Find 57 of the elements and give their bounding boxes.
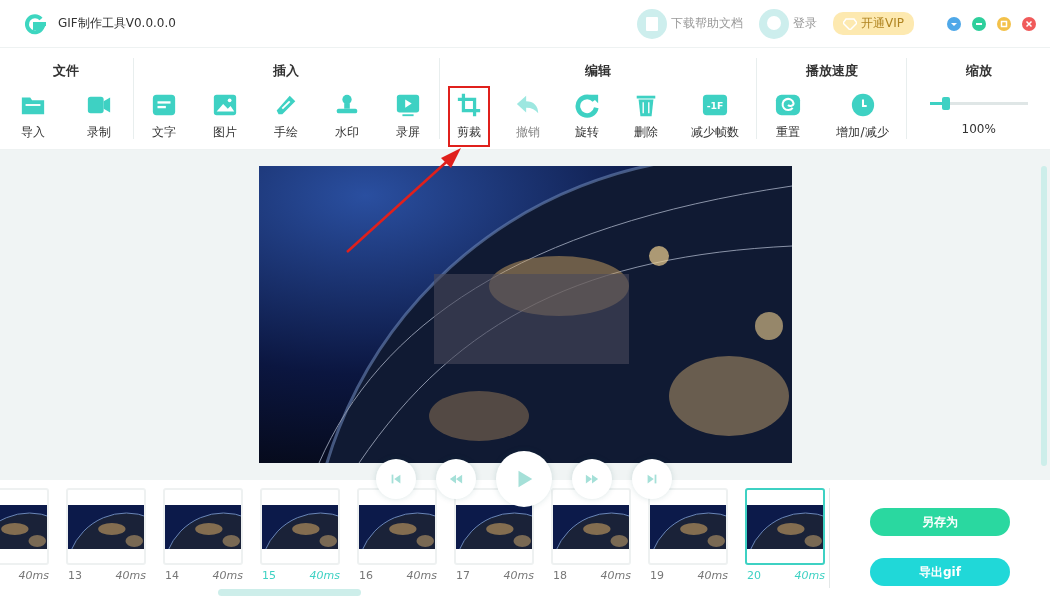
tool-button[interactable]: 旋转 [565, 86, 608, 147]
tool-button[interactable]: 增加/减少 [828, 86, 897, 147]
group-title: 编辑 [584, 62, 611, 80]
rewind-icon [449, 472, 463, 486]
frame-duration: 40ms [503, 569, 534, 582]
tool-button[interactable]: 删除 [624, 86, 667, 147]
frame-duration: 40ms [697, 569, 728, 582]
window-title: GIF制作工具V0.0.0.0 [58, 15, 176, 32]
frame-number: 20 [747, 569, 761, 582]
frame-duration: 40ms [309, 569, 340, 582]
text-icon [151, 92, 178, 118]
tool-button[interactable]: 重置 [766, 86, 809, 147]
frame-number: 14 [165, 569, 179, 582]
group-title: 播放速度 [805, 62, 858, 80]
frame-duration: 40ms [600, 569, 631, 582]
fast-forward-icon [585, 472, 599, 486]
play-screen-icon [395, 92, 422, 118]
frame-duration: 40ms [212, 569, 243, 582]
diamond-icon [843, 17, 857, 30]
clock-icon [849, 92, 876, 118]
dropdown-icon[interactable] [947, 16, 961, 31]
group-title: 文件 [53, 62, 80, 80]
group-title: 插入 [273, 62, 300, 80]
scrollbar[interactable] [218, 589, 361, 596]
spiral-icon [774, 92, 801, 118]
tool-button[interactable]: 导入 [12, 86, 55, 147]
scrollbar[interactable] [1041, 166, 1047, 466]
frame-number: 17 [456, 569, 470, 582]
frame-number: 18 [553, 569, 567, 582]
frame-duration: 40ms [18, 569, 49, 582]
tool-button[interactable]: 手绘 [265, 86, 308, 147]
group-title: 缩放 [965, 62, 992, 80]
frame-duration: 40ms [115, 569, 146, 582]
frame-number: 19 [650, 569, 664, 582]
frame-icon: -1F [702, 92, 729, 118]
image-icon [212, 92, 239, 118]
frame-number: 13 [68, 569, 82, 582]
frame-number: 16 [359, 569, 373, 582]
crop-icon [456, 92, 483, 118]
frame-duration: 40ms [794, 569, 825, 582]
tool-button[interactable]: -1F 减少帧数 [683, 86, 748, 147]
frame-duration: 40ms [406, 569, 437, 582]
tool-button[interactable]: 水印 [326, 86, 369, 147]
frame-card[interactable] [745, 488, 825, 565]
tool-button[interactable]: 剪裁 [448, 86, 491, 147]
tool-button[interactable]: 文字 [143, 86, 186, 147]
tool-button[interactable]: 图片 [204, 86, 247, 147]
logo-icon [22, 11, 46, 36]
zoom-slider[interactable] [929, 97, 1028, 110]
close-icon[interactable] [1022, 16, 1036, 31]
tool-button[interactable]: 录制 [78, 86, 121, 147]
zoom-value: 100% [961, 122, 996, 136]
frame-number: 15 [262, 569, 276, 582]
rotate-icon [573, 92, 600, 118]
skip-start-icon [389, 472, 403, 486]
skip-end-icon [645, 472, 659, 486]
tool-button[interactable]: 录屏 [387, 86, 430, 147]
